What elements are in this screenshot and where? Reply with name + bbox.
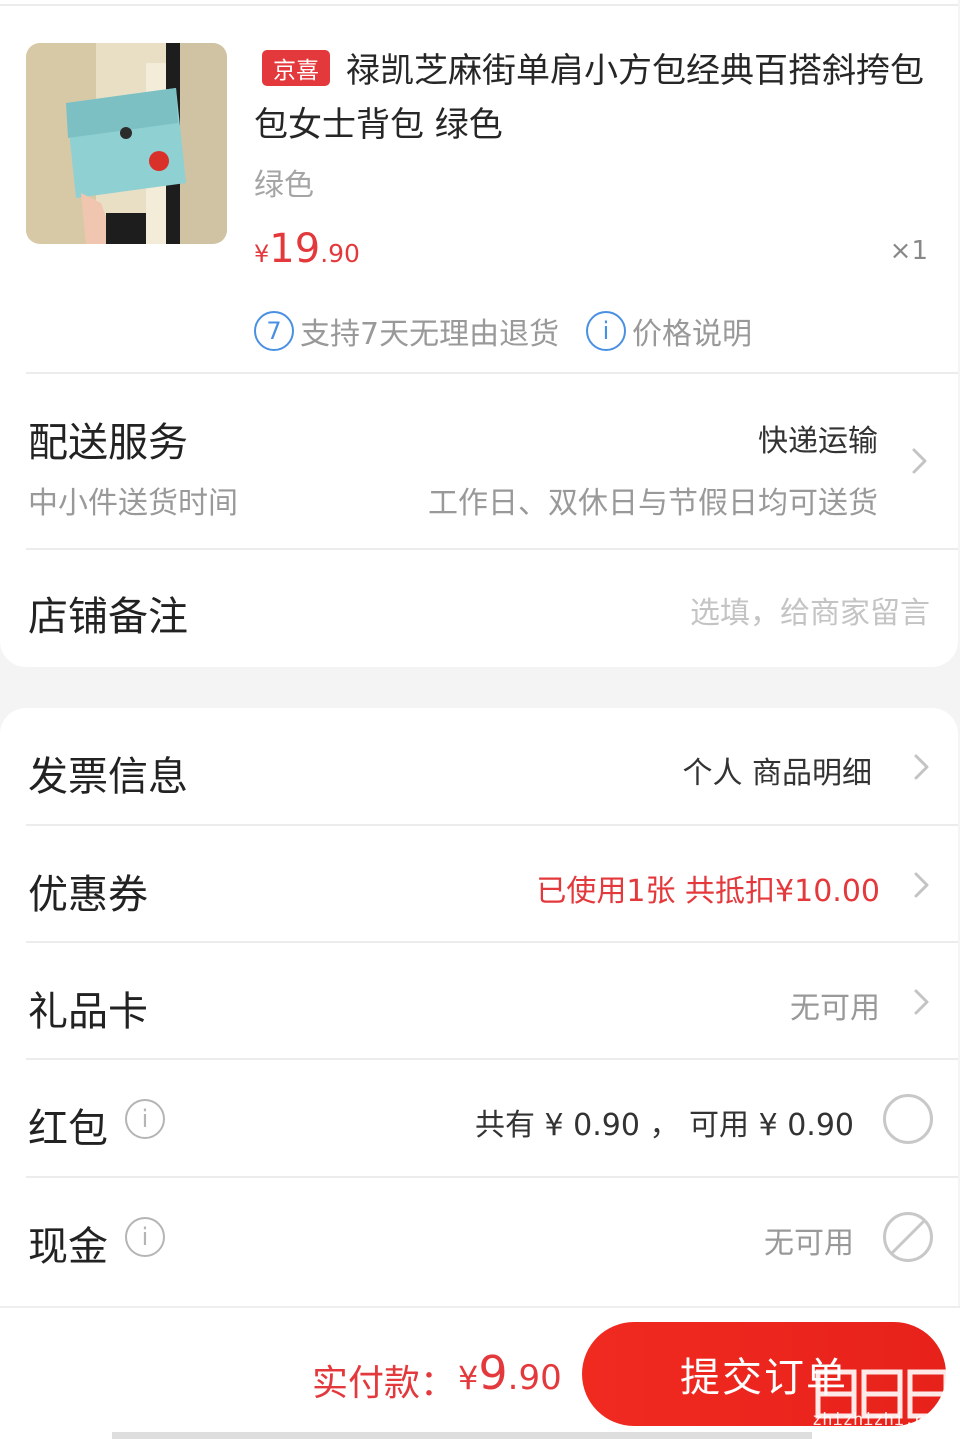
product-spec: 绿色: [254, 168, 314, 203]
watermark-text: zhizhizhi.com: [812, 1410, 946, 1430]
giftcard-label: 礼品卡: [28, 989, 148, 1035]
actual-payment-amount: ¥9.90: [458, 1346, 562, 1400]
price-integer: 19: [269, 226, 321, 272]
cash-label: 现金: [28, 1224, 108, 1270]
giftcard-value: 无可用: [790, 991, 880, 1026]
chevron-right-icon: [914, 754, 929, 780]
price-explanation[interactable]: i 价格说明: [586, 309, 752, 353]
divider: [26, 1176, 958, 1178]
invoice-value: 个人 商品明细: [682, 756, 872, 791]
redpacket-label: 红包: [28, 1106, 108, 1152]
actual-payment-label: 实付款：: [312, 1363, 457, 1404]
divider: [26, 941, 958, 943]
return-policy[interactable]: 7 支持7天无理由退货: [254, 309, 559, 353]
divider: [26, 824, 958, 826]
bottom-strip: [112, 1432, 812, 1439]
order-product-card: 京喜 禄凯芝麻街单肩小方包经典百搭斜挎包包女士背包 绿色 绿色 ¥19.90 ×…: [0, 0, 958, 667]
chevron-right-icon: [914, 989, 929, 1015]
divider: [26, 548, 958, 550]
divider: [26, 1058, 958, 1060]
product-thumbnail[interactable]: [26, 43, 227, 244]
coupon-label: 优惠券: [28, 872, 148, 918]
store-remark-label: 店铺备注: [28, 594, 188, 640]
info-icon: i: [586, 311, 626, 351]
disabled-icon: [883, 1212, 933, 1262]
price-currency: ¥: [254, 240, 270, 268]
divider: [26, 372, 958, 374]
pay-decimal: .90: [507, 1358, 562, 1398]
top-divider: [0, 4, 958, 6]
price-explanation-text: 价格说明: [632, 317, 752, 352]
seven-day-return-icon: 7: [254, 311, 294, 351]
pay-integer: 9: [478, 1346, 508, 1400]
return-policy-text: 支持7天无理由退货: [300, 317, 560, 352]
chevron-right-icon: [914, 872, 929, 898]
invoice-label: 发票信息: [28, 754, 188, 800]
pay-currency: ¥: [458, 1359, 479, 1397]
info-icon[interactable]: i: [125, 1217, 165, 1257]
product-price: ¥19.90: [254, 226, 360, 272]
product-quantity: ×1: [889, 236, 928, 266]
info-icon[interactable]: i: [125, 1099, 165, 1139]
delivery-label: 配送服务: [28, 420, 188, 466]
cash-value: 无可用: [764, 1226, 854, 1261]
delivery-time-label: 中小件送货时间: [28, 486, 238, 521]
store-remark-input[interactable]: 选填，给商家留言: [690, 588, 930, 632]
coupon-value: 已使用1张 共抵扣¥10.00: [536, 874, 880, 909]
price-decimal: .90: [320, 239, 360, 268]
delivery-method: 快递运输: [758, 424, 878, 459]
delivery-time-value: 工作日、双休日与节假日均可送货: [428, 486, 878, 521]
chevron-right-icon: [912, 448, 927, 474]
radio-unchecked-icon[interactable]: [882, 1093, 934, 1145]
redpacket-value: 共有 ¥ 0.90 ， 可用 ¥ 0.90: [475, 1108, 854, 1143]
product-title[interactable]: 禄凯芝麻街单肩小方包经典百搭斜挎包包女士背包 绿色: [254, 44, 934, 152]
